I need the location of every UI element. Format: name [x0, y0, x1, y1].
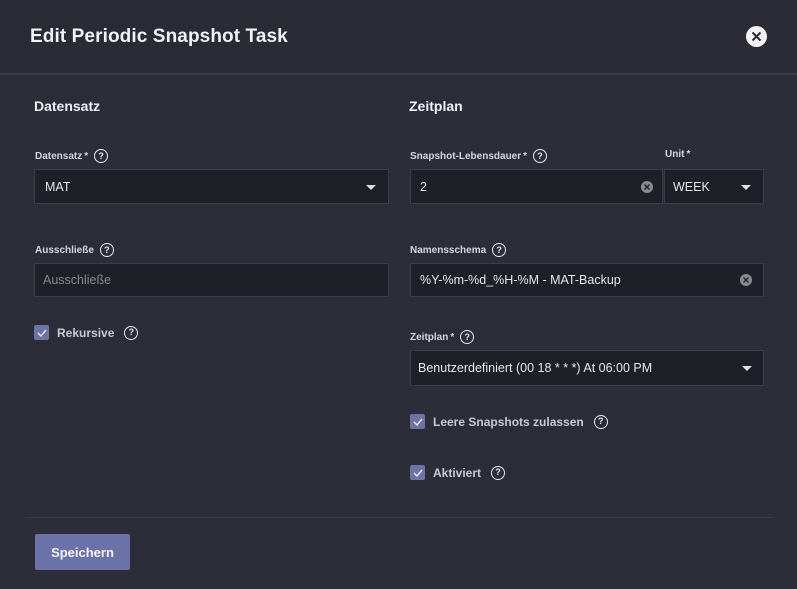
help-circle-icon[interactable]: ?	[491, 465, 506, 480]
check-icon	[413, 469, 423, 477]
close-icon	[751, 31, 762, 42]
close-button[interactable]	[746, 26, 767, 47]
dataset-select[interactable]: MAT	[34, 169, 389, 204]
help-circle-icon[interactable]: ?	[94, 149, 109, 163]
help-circle-icon[interactable]: ?	[99, 243, 114, 257]
naming-schema-input[interactable]: %Y-%m-%d_%H-%M - MAT-Backup	[410, 263, 764, 297]
allow-empty-label: Leere Snapshots zulassen	[433, 414, 584, 429]
unit-select[interactable]: WEEK	[664, 169, 764, 204]
section-title-datensatz: Datensatz	[34, 98, 101, 114]
recursive-checkbox[interactable]	[34, 325, 49, 340]
recursive-label: Rekursive	[57, 325, 115, 340]
unit-select-value: WEEK	[673, 179, 710, 194]
lifetime-input-value: 2	[420, 179, 427, 194]
schedule-label: Zeitplan * ?	[410, 330, 475, 344]
clear-circle-icon[interactable]	[641, 181, 653, 193]
footer-divider	[25, 517, 773, 518]
naming-schema-input-value: %Y-%m-%d_%H-%M - MAT-Backup	[420, 273, 621, 287]
dataset-label: Datensatz * ?	[35, 149, 109, 163]
chevron-down-icon	[742, 366, 752, 371]
dialog-header: Edit Periodic Snapshot Task	[0, 0, 797, 75]
help-circle-icon[interactable]: ?	[533, 149, 548, 163]
help-circle-icon[interactable]: ?	[460, 330, 475, 344]
chevron-down-icon	[741, 185, 751, 190]
enabled-checkbox-row: Aktiviert ?	[410, 465, 506, 480]
dataset-select-value: MAT	[45, 179, 71, 194]
check-icon	[413, 418, 423, 426]
exclude-input-placeholder: Ausschließe	[43, 273, 112, 287]
help-circle-icon[interactable]: ?	[593, 414, 608, 429]
allow-empty-checkbox-row: Leere Snapshots zulassen ?	[410, 414, 608, 429]
lifetime-input[interactable]: 2	[410, 169, 663, 204]
recursive-checkbox-row: Rekursive ?	[34, 325, 139, 340]
help-circle-icon[interactable]: ?	[124, 325, 139, 340]
chevron-down-icon	[366, 185, 376, 190]
naming-schema-label: Namensschema ?	[410, 243, 507, 257]
enabled-checkbox[interactable]	[410, 465, 425, 480]
enabled-label: Aktiviert	[433, 465, 482, 480]
schedule-select[interactable]: Benutzerdefiniert (00 18 * * *) At 06:00…	[410, 350, 764, 386]
exclude-label: Ausschließe ?	[35, 243, 114, 257]
save-button[interactable]: Speichern	[35, 534, 130, 570]
help-circle-icon[interactable]: ?	[492, 243, 507, 257]
dialog-title: Edit Periodic Snapshot Task	[30, 26, 288, 47]
schedule-select-value: Benutzerdefiniert (00 18 * * *) At 06:00…	[418, 361, 653, 375]
allow-empty-checkbox[interactable]	[410, 414, 425, 429]
exclude-input[interactable]: Ausschließe	[34, 263, 389, 297]
lifetime-label: Snapshot-Lebensdauer * ?	[410, 149, 548, 163]
clear-circle-icon[interactable]	[740, 274, 752, 286]
unit-label: Unit *	[665, 149, 691, 160]
check-icon	[37, 329, 47, 337]
section-title-zeitplan: Zeitplan	[409, 98, 463, 114]
